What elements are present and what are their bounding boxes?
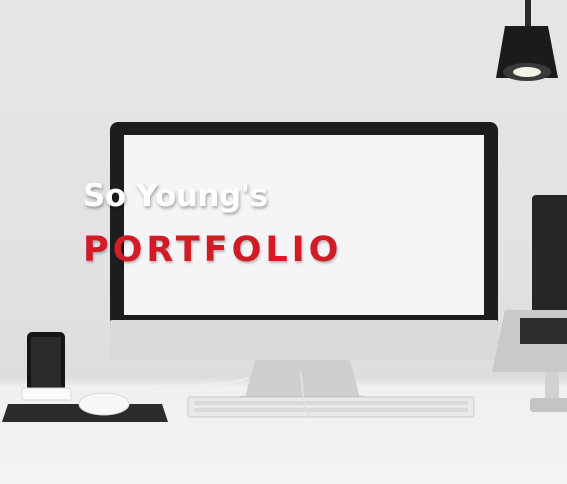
desk-lamp-icon <box>496 0 558 81</box>
laptop-icon <box>492 195 567 412</box>
hero-text: So Young's PORTFOLIO <box>83 176 342 270</box>
greeting-text: So Young's <box>83 178 268 214</box>
phone-dock-icon <box>21 332 72 401</box>
keyboard-icon <box>187 396 475 418</box>
portfolio-title: PORTFOLIO <box>83 230 343 270</box>
